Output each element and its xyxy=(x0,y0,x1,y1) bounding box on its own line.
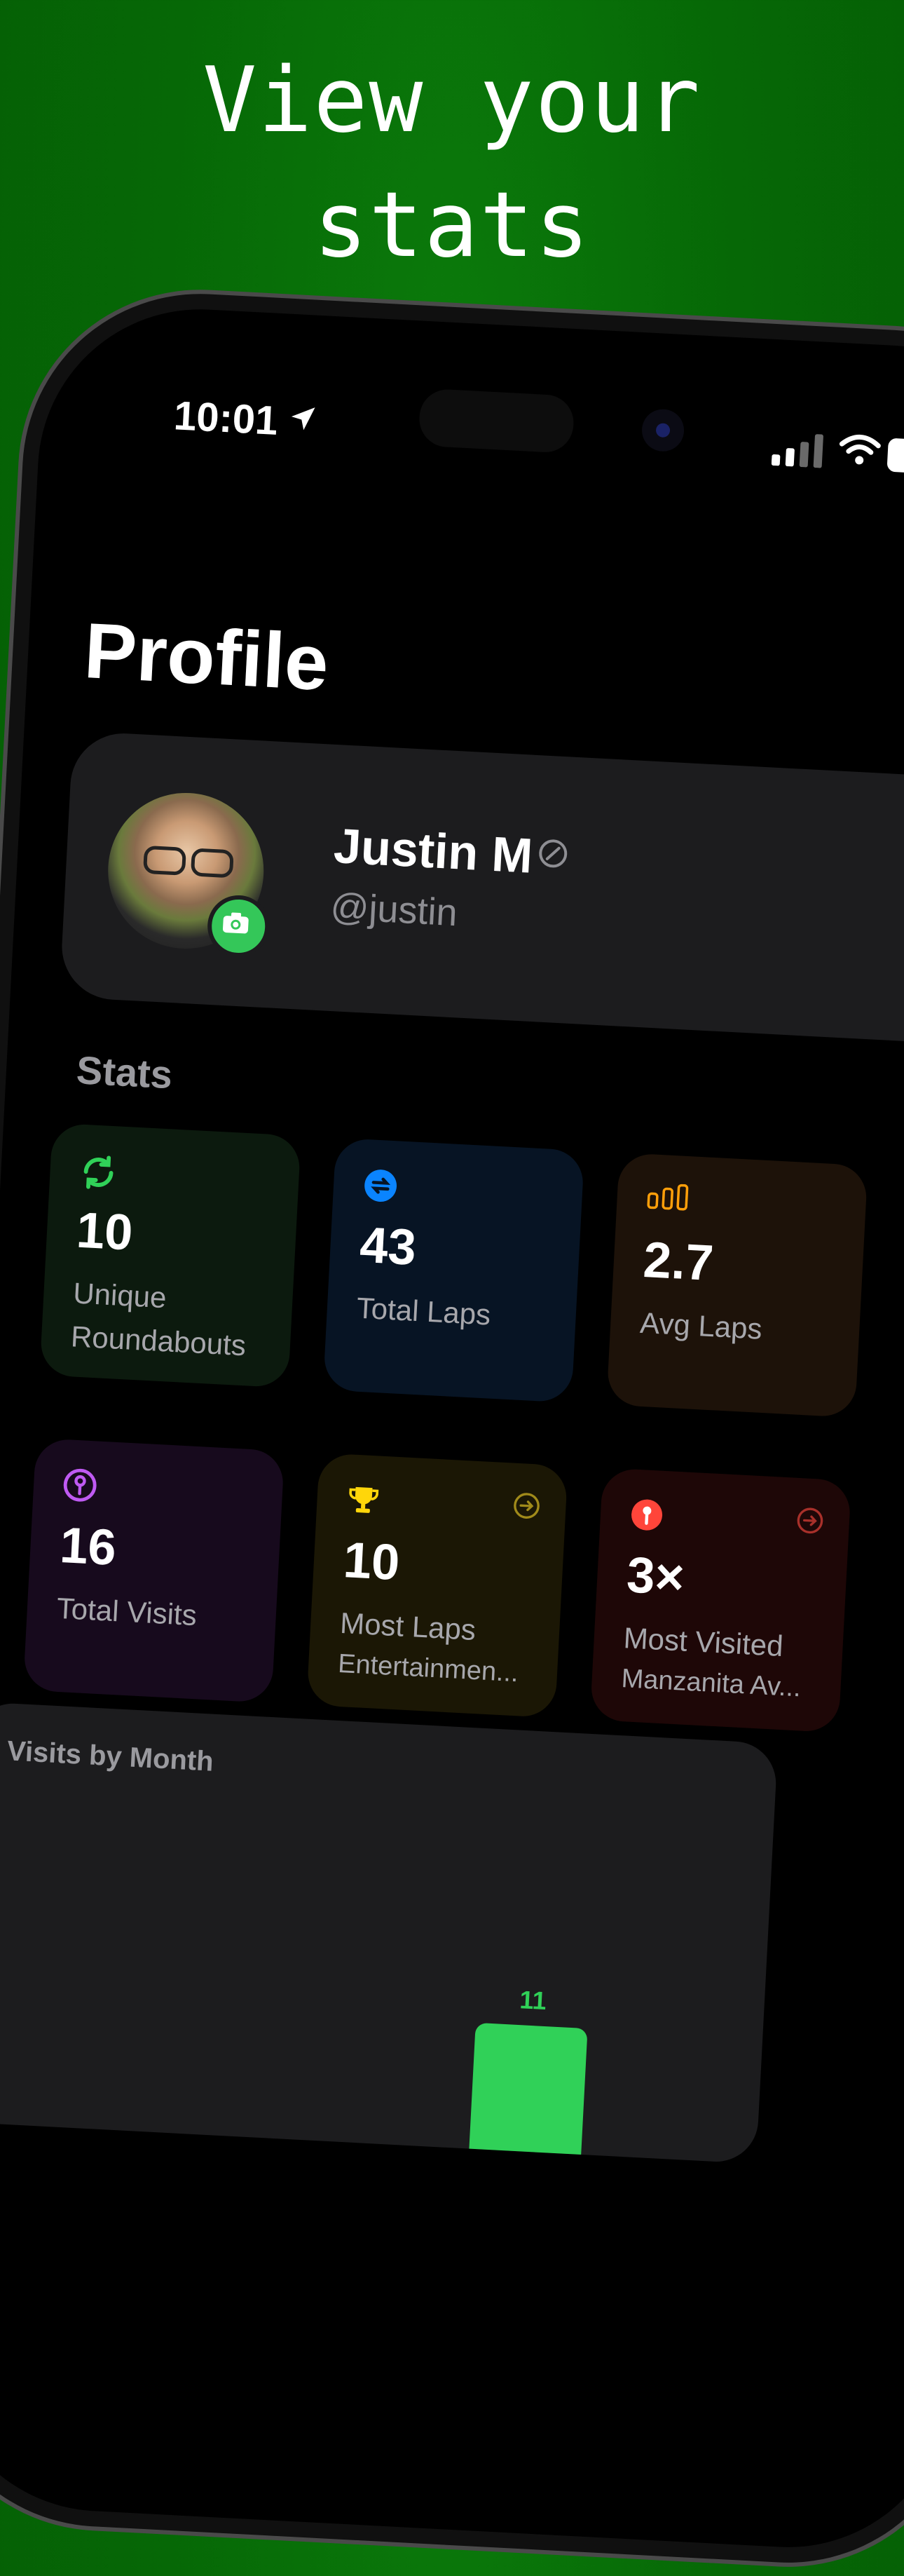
stat-tile-avg-laps[interactable]: 2.7 Avg Laps xyxy=(606,1152,868,1418)
stats-section-title: Stats xyxy=(75,1048,174,1097)
trophy-icon xyxy=(349,1486,379,1513)
page-title: Profile xyxy=(82,606,331,707)
stat-sublabel: Entertainmen... xyxy=(337,1648,519,1688)
pin-filled-icon xyxy=(631,1499,663,1531)
stat-tile-most-laps[interactable]: 10 Most Laps Entertainmen... xyxy=(306,1453,568,1719)
headline-line1: View your xyxy=(203,48,701,153)
stat-value: 2.7 xyxy=(642,1231,715,1292)
stat-label: Most Visited xyxy=(622,1621,784,1663)
visits-by-month-card[interactable]: Visits by Month 11 xyxy=(0,1701,779,2164)
visits-chart: 11 xyxy=(465,1985,587,2164)
stat-value: 10 xyxy=(75,1202,135,1261)
profile-handle: @justin xyxy=(329,885,459,935)
headline: View your stats xyxy=(0,39,904,288)
stat-sublabel: Manzanita Av... xyxy=(620,1664,802,1703)
stat-value: 10 xyxy=(342,1532,402,1592)
laps-icon xyxy=(364,1170,397,1202)
battery-icon xyxy=(886,438,904,475)
chart-data-label: 11 xyxy=(519,1985,547,2015)
profile-name: Justin M xyxy=(332,818,534,883)
stat-tile-most-visited[interactable]: 3× Most Visited Manzanita Av... xyxy=(589,1467,852,1733)
arrow-right-circle-icon[interactable] xyxy=(512,1491,541,1521)
stat-tile-unique-roundabouts[interactable]: 10 Unique Roundabouts xyxy=(39,1123,301,1388)
profile-card[interactable]: Justin M @justin xyxy=(59,731,904,1049)
headline-line2: stats xyxy=(313,173,591,278)
stat-value: 3× xyxy=(625,1547,686,1606)
stat-label: Total Laps xyxy=(355,1291,492,1331)
phone-frame: 10:01 Profile Justin M @justin Stats 10 … xyxy=(0,280,904,2576)
chart-bar[interactable] xyxy=(465,2023,587,2164)
stat-value: 16 xyxy=(58,1517,118,1576)
location-arrow-icon xyxy=(291,407,315,431)
stat-label: Total Visits xyxy=(55,1591,198,1632)
phone-screen: 10:01 Profile Justin M @justin Stats 10 … xyxy=(0,301,904,2556)
stat-label: Unique Roundabouts xyxy=(70,1276,247,1362)
stat-value: 43 xyxy=(358,1216,418,1276)
signal-icon xyxy=(771,434,823,468)
stat-label: Most Laps xyxy=(339,1606,477,1647)
edit-icon[interactable] xyxy=(536,836,570,870)
wifi-icon xyxy=(839,434,881,465)
dynamic-island xyxy=(418,388,575,454)
pin-icon xyxy=(63,1468,97,1502)
refresh-icon xyxy=(83,1155,114,1189)
status-time: 10:01 xyxy=(172,393,280,444)
chart-bars-icon xyxy=(647,1184,689,1211)
front-camera xyxy=(641,408,685,453)
stat-tile-total-visits[interactable]: 16 Total Visits xyxy=(22,1437,285,1703)
arrow-right-circle-icon[interactable] xyxy=(795,1506,825,1536)
stat-label: Avg Laps xyxy=(639,1306,763,1345)
camera-icon xyxy=(222,912,249,934)
stat-tile-total-laps[interactable]: 43 Total Laps xyxy=(322,1137,585,1403)
